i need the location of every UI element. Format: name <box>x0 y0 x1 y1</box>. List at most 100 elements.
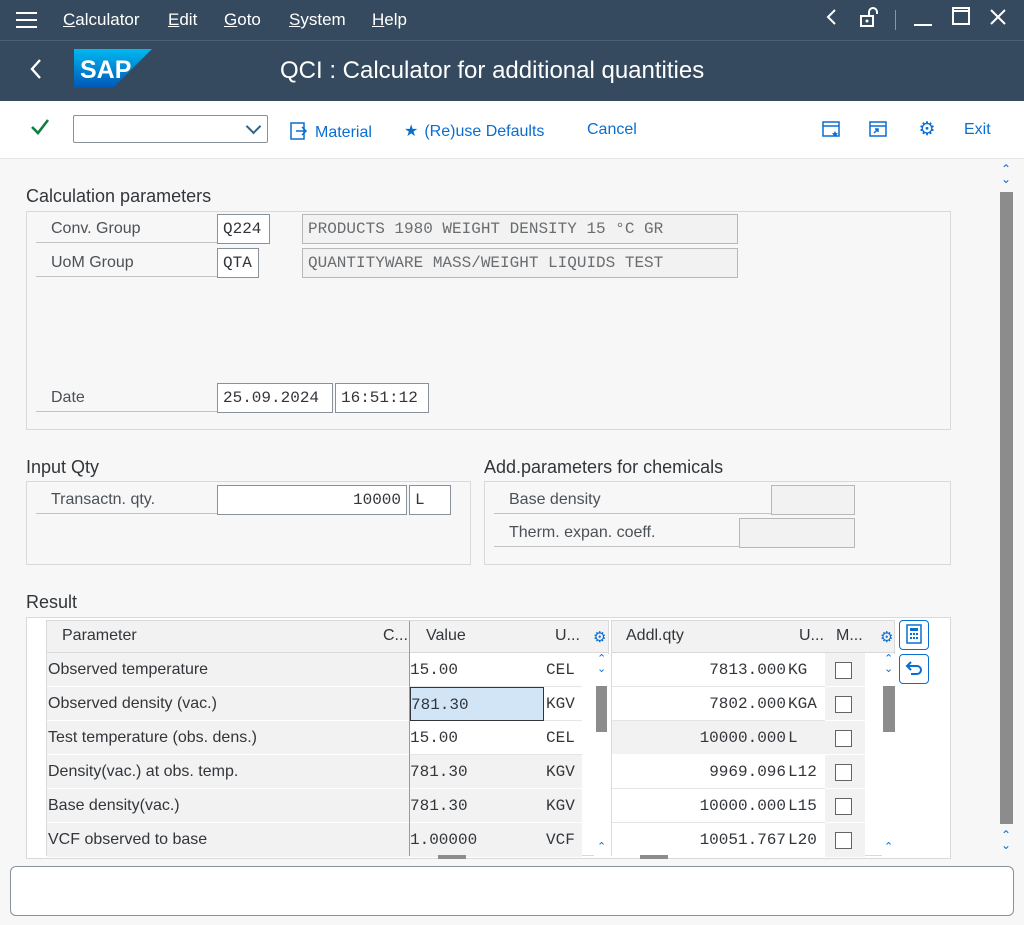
col-addl-qty[interactable]: Addl.qty <box>626 627 684 645</box>
calculator-icon[interactable] <box>899 620 929 650</box>
chevron-down-icon[interactable] <box>245 118 262 135</box>
row-value[interactable]: 15.00 <box>410 721 544 755</box>
addl-unit-cell[interactable]: L15 <box>788 789 825 823</box>
row-value: 781.30 <box>410 755 544 789</box>
transactn-qty-field[interactable]: 10000 <box>217 485 407 515</box>
row-checkbox[interactable] <box>835 832 852 849</box>
menu-help[interactable]: Help <box>372 10 407 30</box>
scroll-thumb[interactable] <box>596 686 607 732</box>
close-icon[interactable] <box>984 6 1012 34</box>
page-scroll-thumb[interactable] <box>1000 192 1013 824</box>
checkbox-cell <box>825 789 865 823</box>
scroll-up-icon[interactable]: ⌃ ⌄ <box>597 654 606 675</box>
cancel-button[interactable]: Cancel <box>587 121 637 139</box>
row-parameter: Density(vac.) at obs. temp. <box>47 755 372 789</box>
addl-table-scrollbar[interactable]: ⌃ ⌄ ⌃ <box>882 654 896 856</box>
material-label: Material <box>315 124 372 141</box>
row-parameter: Test temperature (obs. dens.) <box>47 721 372 755</box>
menu-calculator[interactable]: Calculator <box>63 10 140 30</box>
checkbox-cell <box>825 687 865 721</box>
base-density-field <box>771 485 855 515</box>
addl-qty-cell[interactable]: 7802.000 <box>612 687 788 721</box>
addl-qty-cell[interactable]: 7813.000 <box>612 653 788 687</box>
conv-group-label: Conv. Group <box>36 215 217 243</box>
exit-button[interactable]: Exit <box>964 121 991 139</box>
scroll-down-icon[interactable]: ⌃ ⌄ <box>1001 829 1011 851</box>
material-button[interactable]: Material <box>289 121 372 142</box>
therm-expan-field <box>739 518 855 548</box>
addl-qty-cell[interactable]: 10000.000 <box>612 789 788 823</box>
uom-group-field[interactable]: QTA <box>217 248 259 278</box>
settings-icon[interactable]: ⚙ <box>916 119 938 141</box>
col-value[interactable]: Value <box>426 627 466 645</box>
menu-bar: Calculator Edit Goto System Help <box>0 0 1024 40</box>
reuse-defaults-button[interactable]: ★ (Re)use Defaults <box>404 121 544 141</box>
conv-group-field[interactable]: Q224 <box>217 214 270 244</box>
transactn-unit-field[interactable]: L <box>409 485 451 515</box>
row-value: 1.00000 <box>410 823 544 857</box>
nav-back-icon[interactable] <box>817 6 845 34</box>
undo-icon[interactable] <box>899 654 929 684</box>
scroll-down-icon[interactable]: ⌃ <box>884 840 893 853</box>
scroll-thumb[interactable] <box>883 686 895 732</box>
base-density-label: Base density <box>494 486 771 514</box>
h-scroll-thumb[interactable] <box>438 855 466 859</box>
row-unit[interactable]: CEL <box>544 653 582 687</box>
col-parameter[interactable]: Parameter <box>62 627 137 645</box>
h-scroll-thumb[interactable] <box>640 855 668 859</box>
row-checkbox[interactable] <box>835 696 852 713</box>
checkbox-cell <box>825 755 865 789</box>
back-icon[interactable] <box>28 56 44 87</box>
scroll-up-icon[interactable]: ⌃ ⌄ <box>884 654 893 675</box>
row-checkbox[interactable] <box>835 730 852 747</box>
row-checkbox[interactable] <box>835 798 852 815</box>
scroll-up-icon[interactable]: ⌃ ⌄ <box>1001 163 1011 185</box>
col-unit[interactable]: U... <box>555 627 580 645</box>
time-field[interactable]: 16:51:12 <box>335 383 429 413</box>
row-value-selected[interactable]: 781.30 <box>410 687 544 721</box>
separator <box>895 10 896 30</box>
row-unit[interactable]: KGV <box>544 687 582 721</box>
addl-unit-cell[interactable]: L12 <box>788 755 825 789</box>
addl-unit-cell[interactable]: KG <box>788 653 825 687</box>
window-new-icon[interactable] <box>820 119 842 141</box>
date-field[interactable]: 25.09.2024 <box>217 383 333 413</box>
table-scrollbar[interactable]: ⌃ ⌄ ⌃ <box>594 654 609 856</box>
lock-icon[interactable] <box>855 6 883 34</box>
addl-qty-cell[interactable]: 10051.767 <box>612 823 788 857</box>
row-unit: KGV <box>544 789 582 823</box>
addl-unit-cell: L <box>788 721 825 755</box>
addl-settings-icon[interactable]: ⚙ <box>880 628 893 646</box>
row-value[interactable]: 15.00 <box>410 653 544 687</box>
status-bar <box>10 866 1014 916</box>
star-icon: ★ <box>404 123 419 140</box>
input-qty-title: Input Qty <box>26 457 100 477</box>
row-parameter: Base density(vac.) <box>47 789 372 823</box>
table-settings-icon[interactable]: ⚙ <box>593 628 606 646</box>
minimize-icon[interactable] <box>909 6 937 34</box>
addl-unit-cell[interactable]: L20 <box>788 823 825 857</box>
check-icon[interactable] <box>30 116 50 144</box>
row-unit: KGV <box>544 755 582 789</box>
menu-icon[interactable] <box>16 12 37 28</box>
menu-goto[interactable]: Goto <box>224 10 261 30</box>
command-combobox[interactable] <box>73 115 268 143</box>
scroll-down-icon[interactable]: ⌃ <box>597 840 606 853</box>
col-c[interactable]: C... <box>383 627 408 645</box>
window-switch-icon[interactable] <box>867 119 889 141</box>
reuse-defaults-label: (Re)use Defaults <box>424 123 545 140</box>
page-scrollbar[interactable]: ⌃ ⌄ ⌃ ⌄ <box>998 160 1015 860</box>
transactn-qty-label: Transactn. qty. <box>36 486 217 514</box>
addl-qty-cell[interactable]: 9969.096 <box>612 755 788 789</box>
addl-unit-cell[interactable]: KGA <box>788 687 825 721</box>
page-title: QCI : Calculator for additional quantiti… <box>280 57 705 84</box>
therm-expan-label: Therm. expan. coeff. <box>494 519 739 547</box>
col-addl-unit[interactable]: U... <box>799 627 824 645</box>
menu-edit[interactable]: Edit <box>168 10 197 30</box>
row-unit[interactable]: CEL <box>544 721 582 755</box>
col-m[interactable]: M... <box>836 627 863 645</box>
row-checkbox[interactable] <box>835 764 852 781</box>
row-checkbox[interactable] <box>835 662 852 679</box>
menu-system[interactable]: System <box>289 10 346 30</box>
maximize-icon[interactable] <box>947 6 975 34</box>
